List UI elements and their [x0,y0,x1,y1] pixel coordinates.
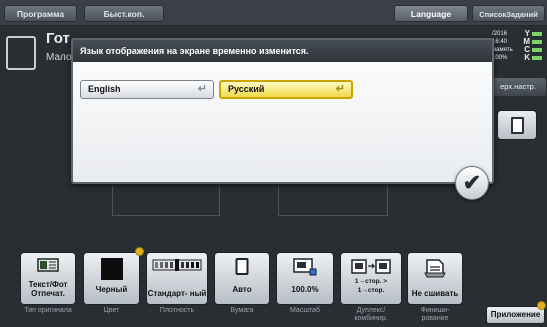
toner-m-bar [532,40,542,44]
tab-quick-copy[interactable]: Быст.коп. [84,5,164,22]
job-list-button[interactable]: СписокЗаданий [472,5,545,22]
original-preview-button[interactable] [497,110,537,140]
original-type-caption: Тип оригинала [24,307,72,314]
density-button[interactable]: Стандарт- ный [146,252,208,305]
original-type-icon [37,258,59,272]
ok-button[interactable]: ✔ [455,166,489,200]
applications-notch-icon [537,301,546,310]
duplex-button[interactable]: 1→стор. > 1→стор. [340,252,402,305]
device-status-panel: /2016 Y 16:40 M мамять C 100% K [492,30,544,80]
color-button[interactable]: Черный [83,252,140,305]
density-value: Стандарт- ный [147,289,207,298]
finishing-icon [424,259,446,278]
top-bar: Программа Быст.коп. Language СписокЗадан… [0,0,547,26]
zoom-icon [293,258,317,276]
language-button[interactable]: Language [394,5,468,22]
duplex-icon [351,259,391,274]
paper-icon [235,258,249,275]
status-memory-value: 100% [492,55,508,61]
toner-k-label: K [524,53,530,62]
preview-frame-left [112,186,220,216]
status-memory-label: мамять [492,47,513,53]
paper-value: Авто [232,285,252,294]
tab-program[interactable]: Программа [4,5,77,22]
advanced-settings-button[interactable]: ерх.настр. [490,78,546,96]
color-caption: Цвет [103,307,120,314]
language-change-dialog: Язык отображения на экране временно изме… [71,38,494,200]
status-date: /2016 [492,31,508,37]
toner-k-bar [532,56,542,60]
copy-screen: Программа Быст.коп. Language СписокЗадан… [0,0,547,327]
color-notch-icon [135,247,144,256]
color-value: Черный [95,285,128,294]
paper-caption: Бумага [230,307,254,314]
language-option-label: Русский [228,84,265,94]
preview-frame-right [278,186,388,216]
original-type-button[interactable]: Текст/Фот Отпечат. [20,252,76,305]
language-option-russian[interactable]: Русский ↵ [219,80,353,99]
status-subtitle: Мало [46,52,72,63]
finishing-caption: Финиши- рование [420,307,450,322]
original-type-value: Текст/Фот Отпечат. [28,280,68,298]
status-title: Гот [46,30,70,47]
zoom-value: 100.0% [291,285,319,294]
zoom-button[interactable]: 100.0% [276,252,334,305]
language-option-english[interactable]: English ↵ [80,80,214,99]
finishing-value: Не сшивать [411,289,459,298]
toner-c-bar [532,48,542,52]
color-icon [100,258,123,280]
duplex-value: 1→стор. > 1→стор. [354,278,388,294]
document-icon [511,117,524,134]
status-time: 16:40 [492,39,508,45]
copy-mode-icon [6,36,36,70]
return-icon: ↵ [335,83,345,95]
density-caption: Плотность [159,307,195,314]
dialog-message: Язык отображения на экране временно изме… [73,40,492,62]
language-option-label: English [88,84,121,94]
duplex-caption: Дуплекс/ комбинир. [354,307,388,322]
density-icon [152,259,202,271]
finishing-button[interactable]: Не сшивать [407,252,463,305]
return-icon: ↵ [197,83,207,95]
applications-button[interactable]: Приложение [486,306,545,324]
toner-y-bar [532,32,542,36]
zoom-caption: Масштаб [290,307,320,314]
paper-button[interactable]: Авто [214,252,270,305]
